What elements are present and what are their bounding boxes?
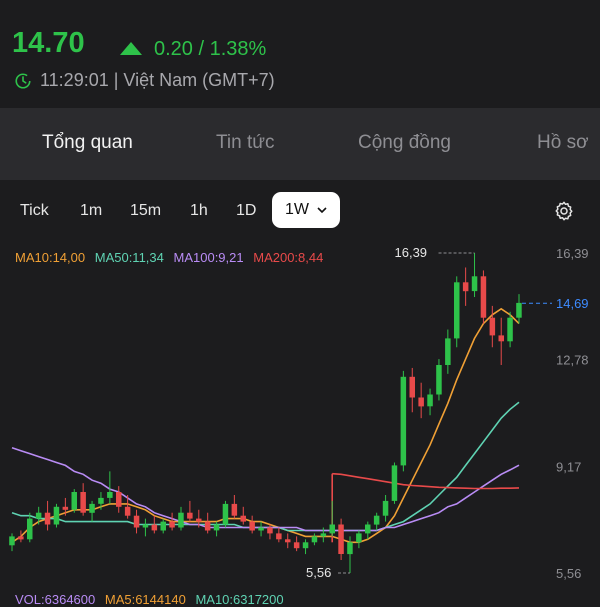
candle-body: [62, 506, 69, 510]
tab-profile[interactable]: Hồ sơ: [537, 132, 589, 154]
candle-body: [462, 282, 469, 292]
candle-body: [240, 515, 246, 522]
candle-body: [71, 492, 77, 510]
candle-body: [169, 521, 175, 528]
price-change: 0.20 / 1.38%: [120, 38, 266, 61]
candle-body: [187, 512, 193, 519]
section-tabs: Tổng quan Tin tức Cộng đồng Hồ sơ: [0, 108, 600, 180]
candle-body: [231, 503, 238, 516]
time-text: 11:29:01 | Việt Nam (GMT+7): [40, 70, 275, 90]
candle-body: [35, 512, 42, 519]
tab-news[interactable]: Tin tức: [216, 132, 274, 154]
candle-body: [98, 497, 104, 504]
candle-body: [160, 521, 166, 531]
series-line-ma50: [11, 401, 520, 532]
market-time: 11:29:01 | Việt Nam (GMT+7): [14, 70, 275, 91]
candle-body: [382, 500, 389, 516]
candle-body: [267, 527, 273, 534]
current-price-tick: 14,69: [556, 296, 589, 311]
candle-body: [507, 317, 513, 342]
candle-body: [516, 302, 522, 318]
candle-body: [9, 536, 15, 546]
y-tick-label: 5,56: [556, 566, 581, 581]
candle-body: [213, 524, 220, 531]
candle-body: [320, 533, 327, 537]
candle-body: [178, 512, 184, 528]
candle-body: [27, 518, 33, 540]
candle-body: [133, 515, 140, 528]
candle-body: [249, 521, 255, 531]
candle-body: [285, 539, 291, 543]
candle-body: [293, 542, 300, 549]
candle-body: [436, 365, 442, 395]
candle-body: [44, 512, 51, 525]
candle-body: [471, 276, 478, 292]
y-tick-label: 9,17: [556, 459, 581, 474]
candle-body: [498, 335, 504, 342]
high-price-label: 16,39: [395, 245, 428, 260]
candle-body: [302, 542, 309, 549]
candle-body: [418, 397, 424, 407]
y-tick-label: 12,78: [556, 353, 589, 368]
candle-body: [489, 317, 496, 336]
candle-body: [445, 338, 451, 365]
candle-body: [329, 524, 335, 534]
candle-body: [365, 524, 371, 534]
y-tick-label: 16,39: [556, 246, 589, 261]
candle-body: [53, 506, 60, 525]
clock-icon: [15, 72, 31, 89]
candle-body: [196, 518, 202, 522]
price-chart[interactable]: 16,39 14,69 12,78 9,17 5,56 16,39 5,56: [0, 180, 600, 600]
candle-body: [409, 376, 415, 398]
change-value: 0.20 / 1.38%: [154, 38, 267, 60]
candle-body: [454, 282, 460, 339]
candle-body: [142, 524, 149, 528]
candle-body: [116, 492, 122, 507]
candle-body: [338, 524, 344, 554]
triangle-up-icon: [120, 42, 142, 55]
candle-body: [373, 515, 380, 525]
candle-body: [204, 521, 211, 531]
candle-body: [107, 492, 113, 498]
candle-body: [391, 465, 398, 501]
candle-body: [124, 506, 131, 516]
series-line-ma100: [11, 446, 520, 532]
candle-body: [222, 503, 229, 525]
candle-body: [258, 527, 264, 531]
quote-header: 14.70 0.20 / 1.38% 11:29:01 | Việt Nam (…: [0, 0, 600, 108]
candle-body: [311, 536, 318, 543]
candle-body: [276, 533, 282, 540]
candle-body: [347, 542, 353, 555]
candle-body: [356, 533, 362, 543]
last-price: 14.70: [12, 27, 85, 59]
tab-community[interactable]: Cộng đồng: [358, 132, 451, 154]
candle-body: [480, 276, 487, 318]
candle-body: [80, 492, 86, 513]
candle-body: [427, 394, 433, 407]
candle-body: [18, 536, 24, 540]
candle-body: [151, 524, 158, 531]
candle-body: [400, 376, 407, 466]
candle-body: [89, 503, 95, 513]
series-line-ma10: [11, 307, 520, 544]
tab-overview[interactable]: Tổng quan: [42, 132, 133, 154]
low-price-label: 5,56: [306, 565, 331, 580]
